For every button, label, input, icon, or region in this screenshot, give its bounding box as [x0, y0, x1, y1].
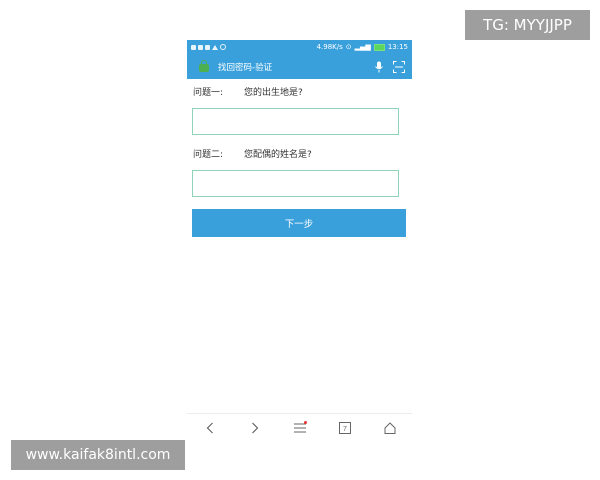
battery-icon: [373, 43, 385, 51]
phone-screen: 4.98K/s ⊙ ▂▄▆ 13:15 找回密码-验证 问题一: 您的出生地是?: [187, 40, 412, 440]
clock: 13:15: [387, 43, 408, 51]
site-watermark: www.kaifak8intl.com: [11, 440, 185, 470]
url-bar: 找回密码-验证: [187, 54, 412, 79]
message-icon: [205, 44, 210, 50]
answer2-input[interactable]: [192, 170, 399, 197]
question1-text: 您的出生地是?: [244, 88, 303, 98]
question2-text: 您配偶的姓名是?: [244, 150, 312, 160]
home-icon[interactable]: [380, 418, 400, 438]
question1-label: 问题一:: [193, 88, 224, 98]
page-title[interactable]: 找回密码-验证: [218, 61, 272, 73]
tg-watermark: TG: MYYJJPP: [465, 10, 590, 40]
status-right: 4.98K/s ⊙ ▂▄▆ 13:15: [317, 43, 408, 51]
sync-icon: [220, 44, 226, 50]
back-icon[interactable]: [200, 418, 220, 438]
bottom-nav: 7: [187, 413, 412, 441]
network-speed: 4.98K/s: [316, 43, 343, 51]
alarm-icon: ⊙: [345, 43, 352, 51]
notification-icon: [191, 44, 196, 50]
microphone-icon[interactable]: [372, 60, 386, 74]
tabs-count: 7: [343, 426, 347, 433]
question1-row: 问题一: 您的出生地是?: [193, 85, 303, 98]
sim-icon: [198, 44, 203, 50]
answer1-input[interactable]: [192, 108, 399, 135]
signal-icon: ▂▄▆: [354, 43, 371, 51]
question2-label: 问题二:: [193, 150, 224, 160]
warning-icon: [212, 44, 218, 50]
tabs-icon[interactable]: 7: [335, 418, 355, 438]
lock-icon: [199, 60, 209, 72]
question2-row: 问题二: 您配偶的姓名是?: [193, 147, 312, 160]
status-bar: 4.98K/s ⊙ ▂▄▆ 13:15: [187, 40, 412, 54]
forward-icon[interactable]: [245, 418, 265, 438]
scan-icon[interactable]: [392, 60, 406, 74]
menu-icon[interactable]: [290, 418, 310, 438]
notification-dot: [303, 420, 307, 424]
next-step-button[interactable]: 下一步: [192, 209, 406, 237]
notification-icons: [191, 44, 226, 50]
